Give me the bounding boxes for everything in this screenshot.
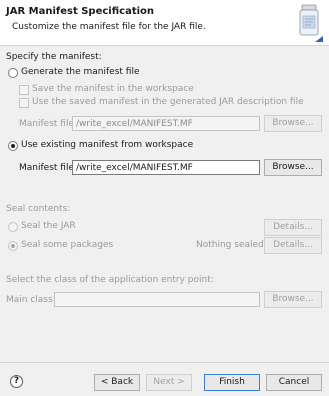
header-corner-icon (315, 36, 323, 42)
generated-manifest-file-label: Manifest file: (19, 119, 78, 129)
back-button[interactable]: < Back (94, 374, 140, 391)
generated-manifest-file-field[interactable]: /write_excel/MANIFEST.MF (72, 116, 260, 131)
seal-jar-radio[interactable] (8, 222, 18, 232)
save-in-workspace-label: Save the manifest in the workspace (32, 84, 194, 94)
seal-some-packages-label: Seal some packages (21, 240, 114, 250)
wizard-header: JAR Manifest Specification Customize the… (0, 0, 329, 46)
generate-manifest-radio[interactable] (8, 68, 18, 78)
manifest-section-label: Specify the manifest: (6, 52, 102, 62)
page-title: JAR Manifest Specification (6, 6, 155, 17)
seal-jar-label: Seal the JAR (21, 221, 76, 231)
cancel-button[interactable]: Cancel (266, 374, 322, 391)
generate-manifest-label[interactable]: Generate the manifest file (21, 67, 140, 77)
use-existing-manifest-radio[interactable] (8, 141, 18, 151)
next-button[interactable]: Next > (146, 374, 192, 391)
main-class-label: Main class: (6, 295, 56, 305)
nothing-sealed-status: Nothing sealed (196, 240, 264, 250)
use-existing-manifest-label[interactable]: Use existing manifest from workspace (21, 140, 193, 150)
generated-manifest-browse-button[interactable]: Browse... (264, 115, 322, 132)
jar-icon (299, 4, 319, 36)
use-saved-manifest-checkbox[interactable] (19, 98, 29, 108)
main-class-browse-button[interactable]: Browse... (264, 291, 322, 308)
main-class-field[interactable] (54, 292, 260, 307)
use-saved-manifest-label: Use the saved manifest in the generated … (32, 97, 304, 107)
existing-manifest-file-label: Manifest file: (19, 163, 78, 173)
footer-separator (0, 362, 329, 363)
entry-point-section-label: Select the class of the application entr… (6, 275, 214, 285)
save-in-workspace-checkbox[interactable] (19, 85, 29, 95)
page-description: Customize the manifest file for the JAR … (12, 22, 206, 32)
finish-button[interactable]: Finish (204, 374, 260, 391)
seal-some-packages-radio[interactable] (8, 241, 18, 251)
seal-section-label: Seal contents: (6, 204, 71, 214)
existing-manifest-file-field[interactable]: /write_excel/MANIFEST.MF (72, 160, 260, 175)
existing-manifest-browse-button[interactable]: Browse... (264, 159, 322, 176)
seal-some-details-button[interactable]: Details... (264, 237, 322, 254)
seal-jar-details-button[interactable]: Details... (264, 219, 322, 236)
help-icon[interactable]: ? (10, 375, 23, 388)
